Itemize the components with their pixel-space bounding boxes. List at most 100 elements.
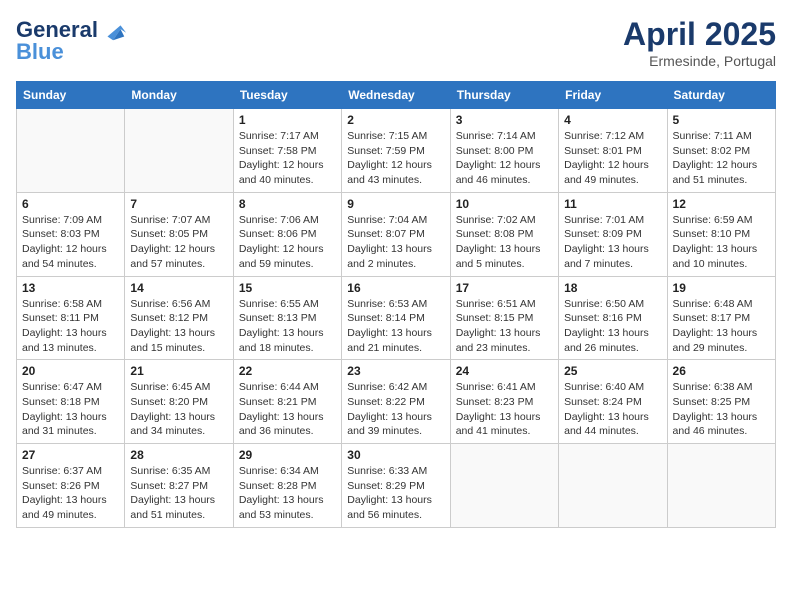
- day-number: 2: [347, 113, 444, 127]
- day-number: 20: [22, 364, 119, 378]
- day-info: Sunrise: 6:53 AM Sunset: 8:14 PM Dayligh…: [347, 297, 444, 356]
- day-number: 9: [347, 197, 444, 211]
- day-number: 16: [347, 281, 444, 295]
- logo-icon: [100, 16, 128, 44]
- day-number: 22: [239, 364, 336, 378]
- table-row: 10Sunrise: 7:02 AM Sunset: 8:08 PM Dayli…: [450, 192, 558, 276]
- table-row: 16 Sunrise: 6:53 AM Sunset: 8:14 PM Dayli…: [342, 276, 450, 360]
- day-number: 1: [239, 113, 336, 127]
- day-number: 24: [456, 364, 553, 378]
- day-info: Sunrise: 6:58 AM Sunset: 8:11 PM Dayligh…: [22, 297, 119, 356]
- calendar-week-row: 1 Sunrise: 7:17 AM Sunset: 7:58 PM Daylig…: [17, 109, 776, 193]
- table-row: 28 Sunrise: 6:35 AM Sunset: 8:27 PM Dayli…: [125, 444, 233, 528]
- day-info: Sunrise: 7:02 AM Sunset: 8:08 PM Dayligh…: [456, 213, 553, 272]
- table-row: 30 Sunrise: 6:33 AM Sunset: 8:29 PM Dayli…: [342, 444, 450, 528]
- day-info: Sunrise: 7:07 AM Sunset: 8:05 PM Dayligh…: [130, 213, 227, 272]
- col-sunday: Sunday: [17, 82, 125, 109]
- table-row: 12 Sunrise: 6:59 AM Sunset: 8:10 PM Dayli…: [667, 192, 775, 276]
- day-number: 26: [673, 364, 770, 378]
- day-info: Sunrise: 7:15 AM Sunset: 7:59 PM Dayligh…: [347, 129, 444, 188]
- table-row: 14 Sunrise: 6:56 AM Sunset: 8:12 PM Dayli…: [125, 276, 233, 360]
- day-number: 17: [456, 281, 553, 295]
- day-number: 30: [347, 448, 444, 462]
- col-saturday: Saturday: [667, 82, 775, 109]
- day-info: Sunrise: 6:40 AM Sunset: 8:24 PM Dayligh…: [564, 380, 661, 439]
- table-row: [17, 109, 125, 193]
- table-row: 1 Sunrise: 7:17 AM Sunset: 7:58 PM Daylig…: [233, 109, 341, 193]
- day-number: 19: [673, 281, 770, 295]
- table-row: 8 Sunrise: 7:06 AM Sunset: 8:06 PM Daylig…: [233, 192, 341, 276]
- day-number: 25: [564, 364, 661, 378]
- calendar-table: Sunday Monday Tuesday Wednesday Thursday…: [16, 81, 776, 528]
- day-info: Sunrise: 6:51 AM Sunset: 8:15 PM Dayligh…: [456, 297, 553, 356]
- table-row: 29Sunrise: 6:34 AM Sunset: 8:28 PM Dayli…: [233, 444, 341, 528]
- col-wednesday: Wednesday: [342, 82, 450, 109]
- calendar-title: April 2025: [623, 16, 776, 53]
- table-row: 23Sunrise: 6:42 AM Sunset: 8:22 PM Dayli…: [342, 360, 450, 444]
- day-info: Sunrise: 6:38 AM Sunset: 8:25 PM Dayligh…: [673, 380, 770, 439]
- table-row: 9 Sunrise: 7:04 AM Sunset: 8:07 PM Daylig…: [342, 192, 450, 276]
- table-row: 5Sunrise: 7:11 AM Sunset: 8:02 PM Daylig…: [667, 109, 775, 193]
- day-info: Sunrise: 7:06 AM Sunset: 8:06 PM Dayligh…: [239, 213, 336, 272]
- day-number: 21: [130, 364, 227, 378]
- col-friday: Friday: [559, 82, 667, 109]
- table-row: 2 Sunrise: 7:15 AM Sunset: 7:59 PM Daylig…: [342, 109, 450, 193]
- day-info: Sunrise: 6:44 AM Sunset: 8:21 PM Dayligh…: [239, 380, 336, 439]
- table-row: 22 Sunrise: 6:44 AM Sunset: 8:21 PM Dayli…: [233, 360, 341, 444]
- table-row: 21 Sunrise: 6:45 AM Sunset: 8:20 PM Dayli…: [125, 360, 233, 444]
- table-row: 24Sunrise: 6:41 AM Sunset: 8:23 PM Dayli…: [450, 360, 558, 444]
- day-info: Sunrise: 7:09 AM Sunset: 8:03 PM Dayligh…: [22, 213, 119, 272]
- day-number: 27: [22, 448, 119, 462]
- day-info: Sunrise: 6:37 AM Sunset: 8:26 PM Dayligh…: [22, 464, 119, 523]
- day-number: 3: [456, 113, 553, 127]
- title-area: April 2025 Ermesinde, Portugal: [623, 16, 776, 69]
- col-thursday: Thursday: [450, 82, 558, 109]
- table-row: 4Sunrise: 7:12 AM Sunset: 8:01 PM Daylig…: [559, 109, 667, 193]
- table-row: 11Sunrise: 7:01 AM Sunset: 8:09 PM Dayli…: [559, 192, 667, 276]
- table-row: 7 Sunrise: 7:07 AM Sunset: 8:05 PM Daylig…: [125, 192, 233, 276]
- table-row: 15 Sunrise: 6:55 AM Sunset: 8:13 PM Dayli…: [233, 276, 341, 360]
- calendar-subtitle: Ermesinde, Portugal: [623, 53, 776, 69]
- calendar-week-row: 13 Sunrise: 6:58 AM Sunset: 8:11 PM Dayli…: [17, 276, 776, 360]
- table-row: 27 Sunrise: 6:37 AM Sunset: 8:26 PM Dayli…: [17, 444, 125, 528]
- day-info: Sunrise: 6:34 AM Sunset: 8:28 PM Dayligh…: [239, 464, 336, 523]
- table-row: 3 Sunrise: 7:14 AM Sunset: 8:00 PM Daylig…: [450, 109, 558, 193]
- day-info: Sunrise: 7:12 AM Sunset: 8:01 PM Dayligh…: [564, 129, 661, 188]
- calendar-week-row: 20 Sunrise: 6:47 AM Sunset: 8:18 PM Dayli…: [17, 360, 776, 444]
- day-info: Sunrise: 6:33 AM Sunset: 8:29 PM Dayligh…: [347, 464, 444, 523]
- day-number: 8: [239, 197, 336, 211]
- day-info: Sunrise: 6:45 AM Sunset: 8:20 PM Dayligh…: [130, 380, 227, 439]
- table-row: 19 Sunrise: 6:48 AM Sunset: 8:17 PM Dayli…: [667, 276, 775, 360]
- day-number: 12: [673, 197, 770, 211]
- day-number: 28: [130, 448, 227, 462]
- table-row: 17 Sunrise: 6:51 AM Sunset: 8:15 PM Dayli…: [450, 276, 558, 360]
- day-number: 14: [130, 281, 227, 295]
- day-info: Sunrise: 6:50 AM Sunset: 8:16 PM Dayligh…: [564, 297, 661, 356]
- day-info: Sunrise: 7:04 AM Sunset: 8:07 PM Dayligh…: [347, 213, 444, 272]
- day-info: Sunrise: 6:35 AM Sunset: 8:27 PM Dayligh…: [130, 464, 227, 523]
- day-info: Sunrise: 7:17 AM Sunset: 7:58 PM Dayligh…: [239, 129, 336, 188]
- col-monday: Monday: [125, 82, 233, 109]
- day-info: Sunrise: 6:59 AM Sunset: 8:10 PM Dayligh…: [673, 213, 770, 272]
- table-row: 26 Sunrise: 6:38 AM Sunset: 8:25 PM Dayli…: [667, 360, 775, 444]
- day-number: 5: [673, 113, 770, 127]
- table-row: [125, 109, 233, 193]
- day-number: 18: [564, 281, 661, 295]
- day-number: 23: [347, 364, 444, 378]
- day-number: 6: [22, 197, 119, 211]
- day-info: Sunrise: 6:56 AM Sunset: 8:12 PM Dayligh…: [130, 297, 227, 356]
- day-info: Sunrise: 6:55 AM Sunset: 8:13 PM Dayligh…: [239, 297, 336, 356]
- day-info: Sunrise: 7:14 AM Sunset: 8:00 PM Dayligh…: [456, 129, 553, 188]
- table-row: 13 Sunrise: 6:58 AM Sunset: 8:11 PM Dayli…: [17, 276, 125, 360]
- col-tuesday: Tuesday: [233, 82, 341, 109]
- table-row: 25 Sunrise: 6:40 AM Sunset: 8:24 PM Dayli…: [559, 360, 667, 444]
- day-info: Sunrise: 6:48 AM Sunset: 8:17 PM Dayligh…: [673, 297, 770, 356]
- table-row: 20 Sunrise: 6:47 AM Sunset: 8:18 PM Dayli…: [17, 360, 125, 444]
- table-row: [667, 444, 775, 528]
- day-info: Sunrise: 6:47 AM Sunset: 8:18 PM Dayligh…: [22, 380, 119, 439]
- day-number: 15: [239, 281, 336, 295]
- day-number: 7: [130, 197, 227, 211]
- calendar-week-row: 6 Sunrise: 7:09 AM Sunset: 8:03 PM Daylig…: [17, 192, 776, 276]
- calendar-header-row: Sunday Monday Tuesday Wednesday Thursday…: [17, 82, 776, 109]
- day-number: 13: [22, 281, 119, 295]
